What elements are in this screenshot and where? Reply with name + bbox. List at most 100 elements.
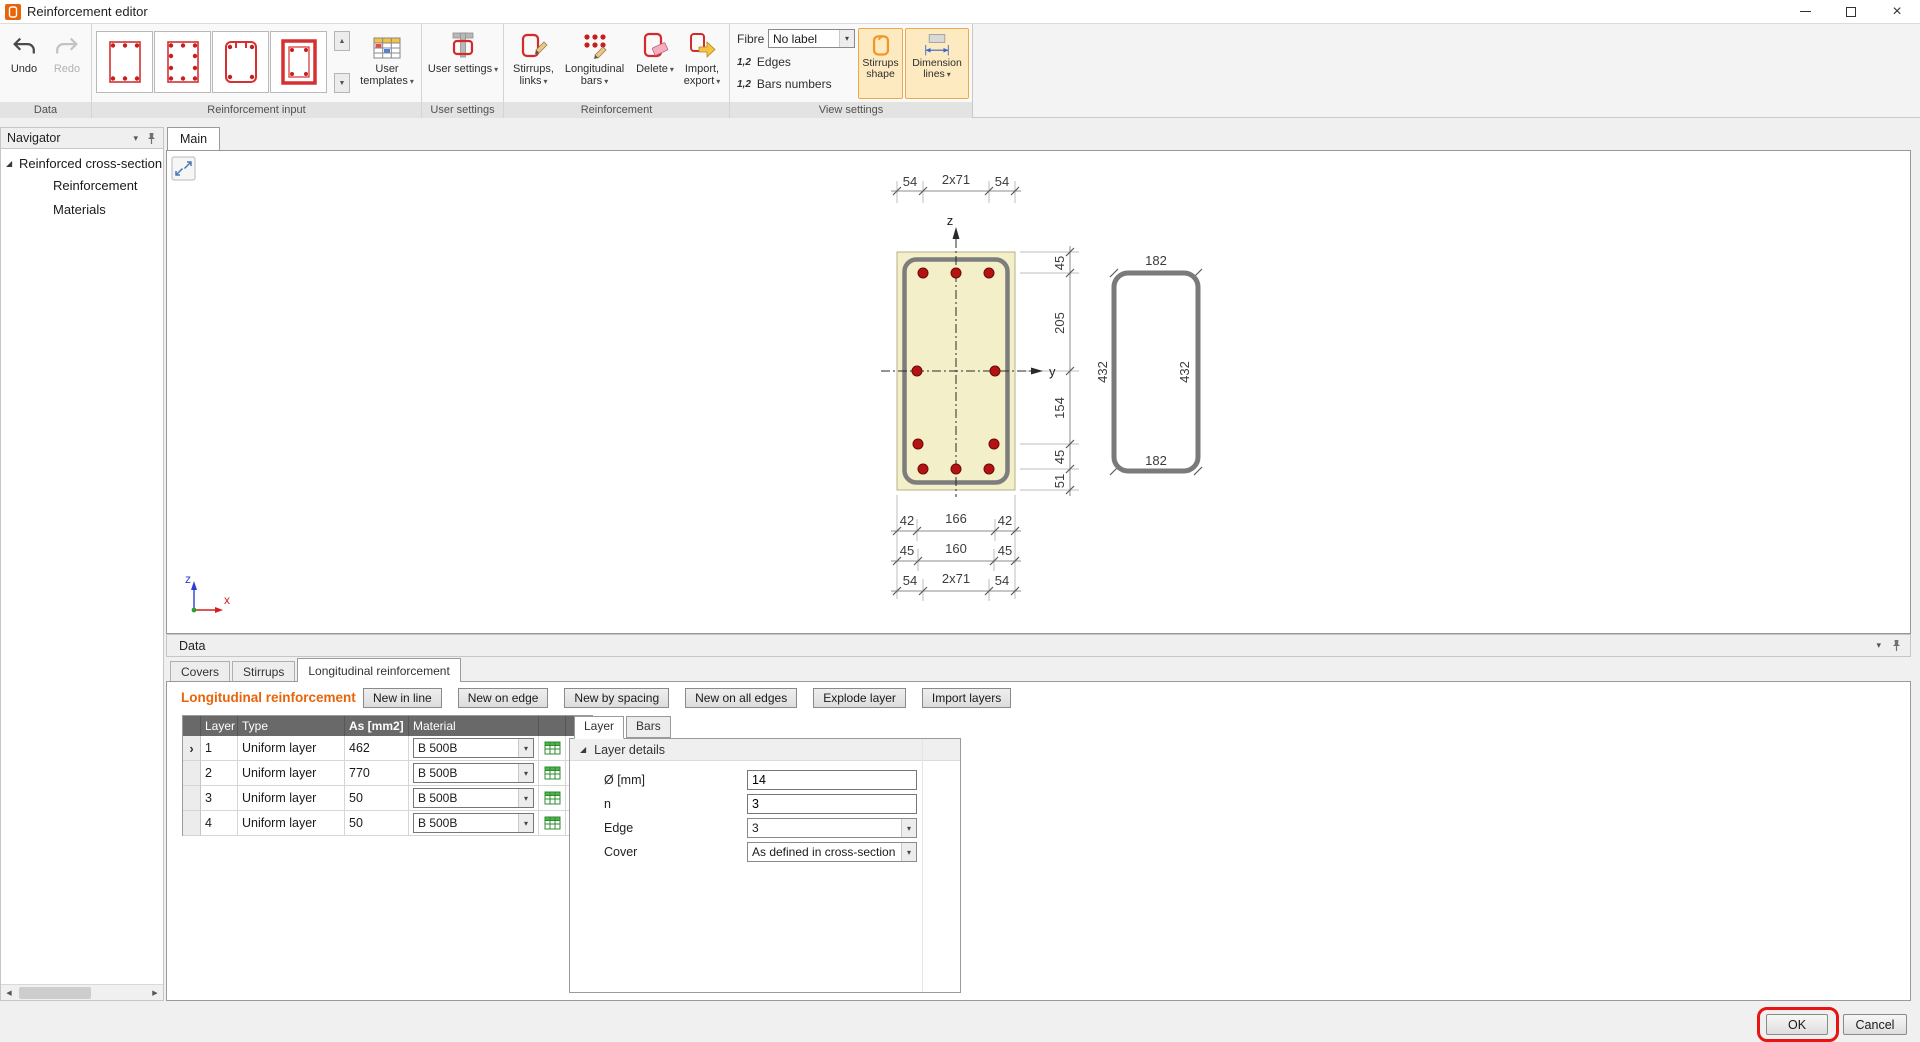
svg-text:166: 166 [945,511,967,526]
row-selector[interactable] [183,761,201,786]
material-select[interactable]: B 500B▾ [413,763,534,783]
bars-numbers-toggle[interactable]: 1,2 Bars numbers [737,77,832,91]
svg-text:160: 160 [945,541,967,556]
edit-layer-button[interactable] [539,736,566,761]
pin-icon[interactable] [1891,639,1902,652]
detail-panel-divider [922,739,923,992]
material-select[interactable]: B 500B▾ [413,788,534,808]
edit-layer-button[interactable] [539,761,566,786]
ribbon-group-reinforcement: Stirrups, links▾ Longitudinal bars▾ Dele… [504,24,730,118]
dropdown-arrow-icon: ▾ [494,65,498,74]
canvas-tab-bar: Main [166,127,1911,150]
stirrups-shape-toggle[interactable]: Stirrups shape [858,28,903,99]
minimize-button[interactable] [1782,0,1828,23]
fibre-label: Fibre [737,32,764,46]
tab-longitudinal-reinforcement[interactable]: Longitudinal reinforcement [297,658,460,682]
svg-text:182: 182 [1145,453,1167,468]
longitudinal-bars-button[interactable]: Longitudinal bars▾ [559,26,630,88]
maximize-button[interactable] [1828,0,1874,23]
column-header-material: Material [409,716,539,736]
import-export-button[interactable]: Import, export▾ [678,26,726,88]
tab-covers[interactable]: Covers [170,661,230,681]
material-select[interactable]: B 500B▾ [413,813,534,833]
svg-text:205: 205 [1052,312,1067,334]
table-row[interactable]: 3 Uniform layer 50 B 500B▾ [183,786,593,811]
pin-icon[interactable] [146,132,157,145]
table-row[interactable]: › 1 Uniform layer 462 B 500B▾ [183,736,593,761]
ok-button[interactable]: OK [1766,1014,1828,1035]
tree-item-reinforcement[interactable]: Reinforcement [1,176,163,195]
svg-text:45: 45 [1052,450,1067,464]
row-selector[interactable] [183,811,201,836]
table-row[interactable]: 2 Uniform layer 770 B 500B▾ [183,761,593,786]
tab-bars[interactable]: Bars [626,716,671,738]
ribbon-group-user-settings: User settings▾ User settings [422,24,504,118]
edges-toggle[interactable]: 1,2 Edges [737,55,791,69]
dimension-lines-toggle[interactable]: Dimension lines▾ [905,28,969,99]
scroll-down-icon: ▼ [339,80,346,87]
close-button[interactable]: × [1874,0,1920,23]
row-selector[interactable]: › [183,736,201,761]
template-button-1[interactable] [96,31,153,93]
column-header-action1 [539,716,566,736]
edge-select[interactable]: 3 ▾ [747,818,917,838]
stirrups-links-button[interactable]: Stirrups, links▾ [510,26,557,88]
user-settings-button[interactable]: User settings▾ [426,26,500,76]
edit-layer-button[interactable] [539,811,566,836]
delete-button[interactable]: Delete▾ [634,26,676,76]
explode-layer-button[interactable]: Explode layer [813,688,906,708]
tree-item-reinforced-cross-section[interactable]: ◢ Reinforced cross-section [1,154,163,173]
row-selector[interactable] [183,786,201,811]
diameter-input[interactable] [747,770,917,790]
navigator-header: Navigator ▾ [1,128,163,149]
tree-item-materials[interactable]: Materials [1,200,163,219]
scrollbar-thumb[interactable] [19,987,91,999]
edit-layer-button[interactable] [539,786,566,811]
layer-details-group-header[interactable]: ◢ Layer details [570,739,960,761]
canvas[interactable]: z y 54 2x71 54 45 205 154 45 51 182 182 … [166,150,1911,634]
minimize-icon [1800,11,1811,12]
svg-text:154: 154 [1052,397,1067,419]
navigator-dropdown-icon[interactable]: ▾ [133,133,138,144]
material-select[interactable]: B 500B▾ [413,738,534,758]
navigator-hscrollbar[interactable]: ◀ ▶ [1,984,163,1000]
tab-main[interactable]: Main [167,127,220,150]
template-button-4[interactable] [270,31,327,93]
tab-layer[interactable]: Layer [574,716,624,739]
edge-label: Edge [604,821,633,835]
ribbon: Undo Redo Data [0,24,1920,118]
layers-toolbar: New in line New on edge New by spacing N… [363,688,1011,708]
cover-select[interactable]: As defined in cross-section ▾ [747,842,917,862]
tab-stirrups[interactable]: Stirrups [232,661,295,681]
template-button-3[interactable] [212,31,269,93]
tree-expander-icon[interactable]: ◢ [6,154,12,173]
fibre-select[interactable]: No label ▾ [768,29,855,48]
delete-icon [640,28,670,60]
scroll-right-icon[interactable]: ▶ [147,985,163,1001]
table-row[interactable]: 4 Uniform layer 50 B 500B▾ [183,811,593,836]
count-label: n [604,797,611,811]
combo-arrow-icon: ▾ [518,739,533,757]
cover-label: Cover [604,845,637,859]
template-button-2[interactable] [154,31,211,93]
group-expander-icon: ◢ [580,745,586,754]
import-layers-button[interactable]: Import layers [922,688,1011,708]
user-templates-button[interactable]: User templates▾ [354,26,420,88]
new-in-line-button[interactable]: New in line [363,688,442,708]
undo-button[interactable]: Undo [3,26,45,75]
zoom-extents-button[interactable] [172,157,195,180]
scroll-left-icon[interactable]: ◀ [1,985,17,1001]
new-by-spacing-button[interactable]: New by spacing [564,688,669,708]
cancel-button[interactable]: Cancel [1843,1014,1907,1035]
new-on-edge-button[interactable]: New on edge [458,688,549,708]
new-on-all-edges-button[interactable]: New on all edges [685,688,797,708]
data-panel-header: Data ▾ [166,634,1911,657]
stirrups-shape-icon [868,32,894,58]
templates-scroll-up-button[interactable]: ▲ [334,31,350,51]
combo-arrow-icon: ▾ [901,819,916,837]
template-1-icon [102,35,148,89]
redo-button[interactable]: Redo [46,26,88,75]
templates-scroll-down-button[interactable]: ▼ [334,73,350,93]
data-panel-dropdown-icon[interactable]: ▾ [1876,640,1881,651]
count-input[interactable] [747,794,917,814]
